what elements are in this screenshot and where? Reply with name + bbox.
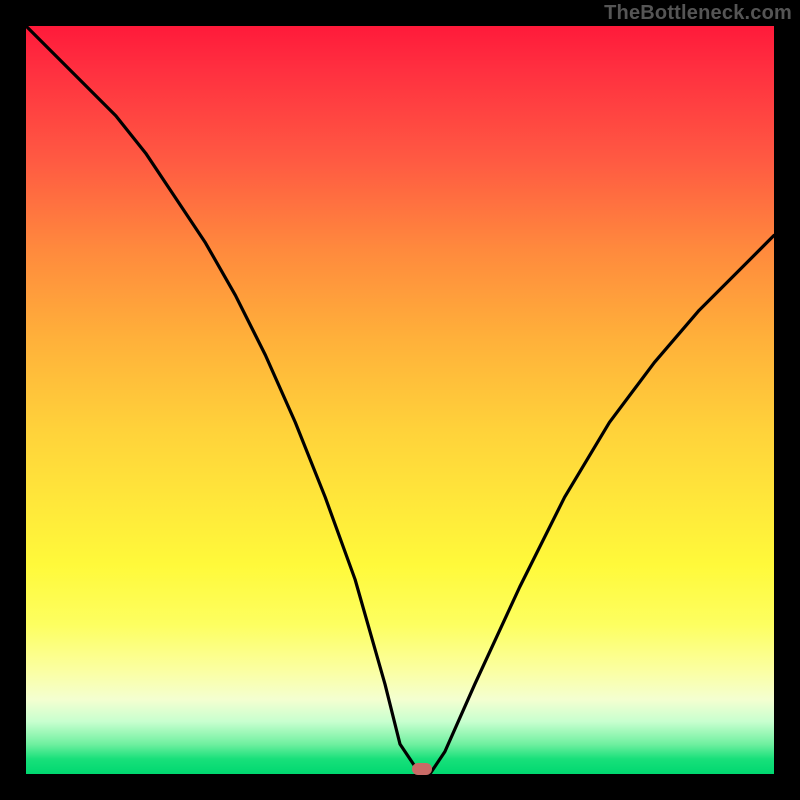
plot-area xyxy=(26,26,774,774)
bottleneck-curve xyxy=(26,26,774,774)
chart-container: TheBottleneck.com xyxy=(0,0,800,800)
minimum-marker xyxy=(412,763,432,775)
watermark-text: TheBottleneck.com xyxy=(604,2,792,25)
